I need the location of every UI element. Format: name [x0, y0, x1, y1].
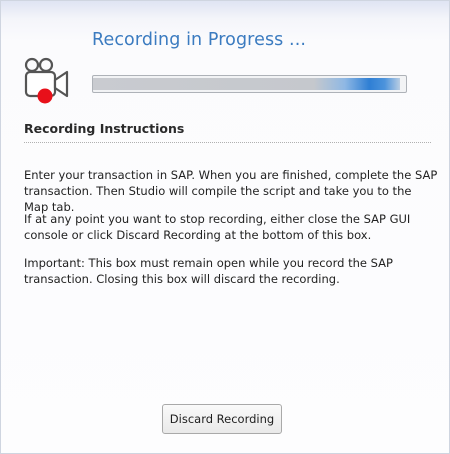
recording-dialog: Recording in Progress ... Recording Inst…: [0, 0, 450, 454]
progress-bar-fill: [93, 78, 400, 90]
section-divider: [24, 142, 431, 143]
instruction-paragraph-2: If at any point you want to stop recordi…: [24, 212, 411, 242]
recording-progress-bar: [92, 75, 407, 93]
instructions-heading: Recording Instructions: [24, 121, 185, 136]
movie-camera-icon: [23, 56, 73, 106]
instruction-paragraph-3: Important: This box must remain open whi…: [24, 256, 393, 286]
instruction-paragraph-1: Enter your transaction in SAP. When you …: [24, 168, 438, 214]
discard-recording-button[interactable]: Discard Recording: [162, 404, 282, 434]
record-dot-icon: [37, 88, 53, 104]
dialog-title: Recording in Progress ...: [92, 30, 307, 50]
